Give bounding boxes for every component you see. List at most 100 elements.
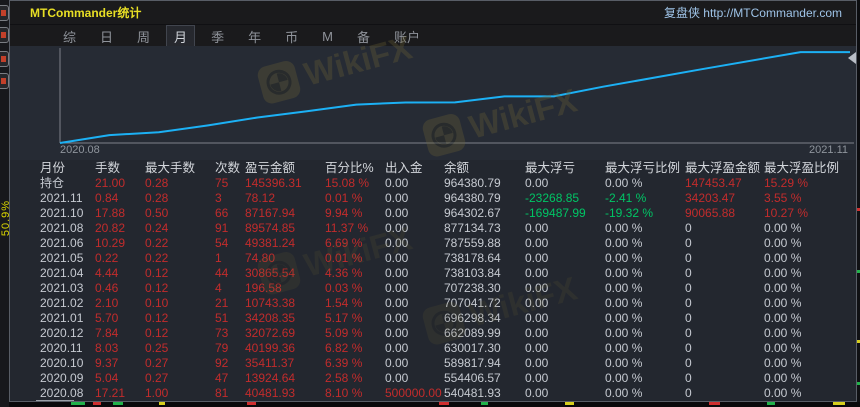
cell-pnl: 40199.36	[245, 341, 296, 355]
cell-pct: 6.39 %	[325, 356, 363, 370]
table-row[interactable]: 2021.08 20.82 0.24 91 89574.85 11.37 % 0.00 877…	[10, 221, 856, 236]
cell-inout: 0.00	[385, 296, 409, 310]
table-row[interactable]: 2020.12 7.84 0.12 73 32072.69 5.09 % 0.00 66208…	[10, 326, 856, 341]
table-row[interactable]: 2021.10 17.88 0.50 66 87167.94 9.94 % 0.00 9643…	[10, 206, 856, 221]
cell-max-float-loss-pct: 0.00 %	[605, 386, 643, 400]
cell-lots: 0.84	[95, 191, 119, 205]
menu-item-7[interactable]: 币	[278, 26, 305, 47]
cell-max-float-profit-pct: 0.00 %	[764, 281, 802, 295]
cell-inout: 0.00	[385, 176, 409, 190]
cell-balance: 707238.30	[444, 281, 501, 295]
table-row[interactable]: 2021.01 5.70 0.12 51 34208.35 5.17 % 0.00 69629…	[10, 311, 856, 326]
table-row[interactable]: 2020.11 8.03 0.25 79 40199.36 6.82 % 0.00 63001…	[10, 341, 856, 356]
column-header-max-float-profit[interactable]: 最大浮盈金额	[685, 160, 764, 176]
cell-lots: 17.21	[95, 386, 126, 400]
table-row[interactable]: 持仓 21.00 0.28 75 145396.31 15.08 % 0.00 964380.…	[10, 176, 856, 191]
mtcommander-window: MTCommander统计 复盘侠 http://MTCommander.com…	[9, 0, 857, 402]
menu-item-1[interactable]: 综	[56, 26, 83, 47]
background-window-bottom-strip	[9, 402, 860, 407]
column-header-balance[interactable]: 余额	[444, 160, 525, 176]
cell-max-float-profit: 0	[685, 296, 692, 310]
table-row[interactable]: 2020.08 17.21 1.00 81 40481.93 8.10 % 500000.0…	[10, 386, 856, 401]
cell-max-float-loss: 0.00	[525, 236, 549, 250]
cell-balance: 738103.84	[444, 266, 501, 280]
cell-count: 91	[215, 221, 229, 235]
cell-max-float-loss: 0.00	[525, 176, 549, 190]
table-row[interactable]: 2021.02 2.10 0.10 21 10743.38 1.54 % 0.00 70704…	[10, 296, 856, 311]
cell-max-lots: 1.00	[145, 386, 169, 400]
column-header-count[interactable]: 次数	[215, 160, 245, 176]
menu-item-6[interactable]: 年	[241, 26, 268, 47]
menu-item-4[interactable]: 月	[166, 24, 196, 48]
cell-month: 2021.11	[40, 191, 83, 205]
cell-max-float-loss-pct: 0.00 %	[605, 326, 643, 340]
brand-link[interactable]: 复盘侠 http://MTCommander.com	[664, 4, 842, 21]
menu-item-9[interactable]: 备	[350, 26, 377, 47]
menu-item-8[interactable]: M	[315, 28, 340, 45]
column-header-max-float-loss[interactable]: 最大浮亏	[525, 160, 605, 176]
column-header-month[interactable]: 月份	[40, 160, 95, 176]
menu-item-10[interactable]: 账户	[387, 26, 427, 47]
cell-pct: 121.96 %	[325, 401, 385, 402]
cell-count: 73	[215, 326, 229, 340]
table-total-row[interactable]: 合计 131.24 609777.10121.96 %500000.00 -16948…	[36, 400, 685, 402]
cell-max-float-loss: 0.00	[525, 266, 549, 280]
cell-month: 2020.12	[40, 326, 84, 340]
table-row[interactable]: 2021.04 4.44 0.12 44 30865.54 4.36 % 0.00 73810…	[10, 266, 856, 281]
table-row[interactable]: 2021.11 0.84 0.28 3 78.12 0.01 % 0.00 964380.79…	[10, 191, 856, 206]
menu-item-3[interactable]: 周	[130, 26, 157, 47]
cell-pct: 5.09 %	[325, 326, 363, 340]
cell-month: 2020.08	[40, 386, 84, 400]
cell-pnl: 32072.69	[245, 326, 296, 340]
cell-max-float-profit-pct: 0.00 %	[764, 266, 802, 280]
cell-max-float-profit: 0	[685, 221, 692, 235]
cell-count: 1	[215, 251, 222, 265]
cell-max-float-profit: 0	[685, 341, 692, 355]
equity-chart: 2020.08 2021.11	[10, 46, 856, 160]
column-header-inout[interactable]: 出入金	[385, 160, 444, 176]
cell-pct: 15.08 %	[325, 176, 370, 190]
column-header-max-float-profit-pct[interactable]: 最大浮盈比例	[764, 160, 856, 176]
table-row[interactable]: 2021.03 0.46 0.12 4 196.58 0.03 % 0.00 707238.3…	[10, 281, 856, 296]
cell-max-float-loss-pct: 0.00 %	[605, 341, 643, 355]
cell-max-float-loss: -23268.85	[525, 191, 580, 205]
cell-balance: 630017.30	[444, 341, 501, 355]
cell-max-float-profit-pct: 0.00 %	[764, 236, 802, 250]
column-header-max-float-loss-pct[interactable]: 最大浮亏比例	[605, 160, 685, 176]
cell-month: 合计	[36, 400, 74, 401]
cell-inout: 0.00	[385, 371, 409, 385]
cell-pnl: 49381.24	[245, 236, 296, 250]
cell-balance: 877134.73	[444, 221, 501, 235]
column-header-pnl[interactable]: 盈亏金额	[245, 160, 325, 176]
table-row[interactable]: 2020.10 9.37 0.27 92 35411.37 6.39 % 0.00 58981…	[10, 356, 856, 371]
cell-max-float-loss-pct: -19.32 %	[605, 206, 654, 220]
cell-month: 2021.04	[40, 266, 84, 280]
menu-item-5[interactable]: 季	[204, 26, 231, 47]
cell-max-lots: 0.12	[145, 266, 169, 280]
cell-inout: 0.00	[385, 221, 409, 235]
cell-balance: 554406.57	[444, 371, 501, 385]
table-header-row: 月份 手数 最大手数 次数 盈亏金额 百分比% 出入金 余额 最大浮亏 最大浮亏比例 最大浮盈金额最…	[10, 160, 856, 176]
table-row[interactable]: 2020.09 5.04 0.27 47 13924.64 2.58 % 0.00 55440…	[10, 371, 856, 386]
cell-max-float-loss: 0.00	[525, 296, 549, 310]
column-header-max-lots[interactable]: 最大手数	[145, 160, 215, 176]
cell-max-float-profit-pct: 0.00 %	[764, 221, 802, 235]
window-title: MTCommander统计	[30, 6, 142, 20]
cell-pnl: 89574.85	[245, 221, 296, 235]
cell-month: 2021.10	[40, 206, 84, 220]
column-header-pct[interactable]: 百分比%	[325, 160, 385, 176]
cell-max-float-loss-pct: 0.00 %	[605, 176, 643, 190]
cell-max-float-loss: -169487.99	[525, 206, 586, 220]
cell-month: 2020.10	[40, 356, 84, 370]
panel-collapse-arrow-icon[interactable]	[848, 52, 856, 64]
table-row[interactable]: 2021.06 10.29 0.22 54 49381.24 6.69 % 0.00 7875…	[10, 236, 856, 251]
cell-max-float-loss-pct: 0.00 %	[605, 296, 643, 310]
cell-count: 75	[215, 176, 229, 190]
column-header-lots[interactable]: 手数	[95, 160, 145, 176]
cell-max-float-loss-pct: -19.32 %	[605, 401, 685, 402]
menu-item-2[interactable]: 日	[93, 26, 120, 47]
table-row[interactable]: 2021.05 0.22 0.22 1 74.80 0.01 % 0.00 738178.64…	[10, 251, 856, 266]
cell-count: 66	[215, 206, 229, 220]
cell-max-float-profit-pct: 0.00 %	[764, 296, 802, 310]
cell-lots: 7.84	[95, 326, 119, 340]
